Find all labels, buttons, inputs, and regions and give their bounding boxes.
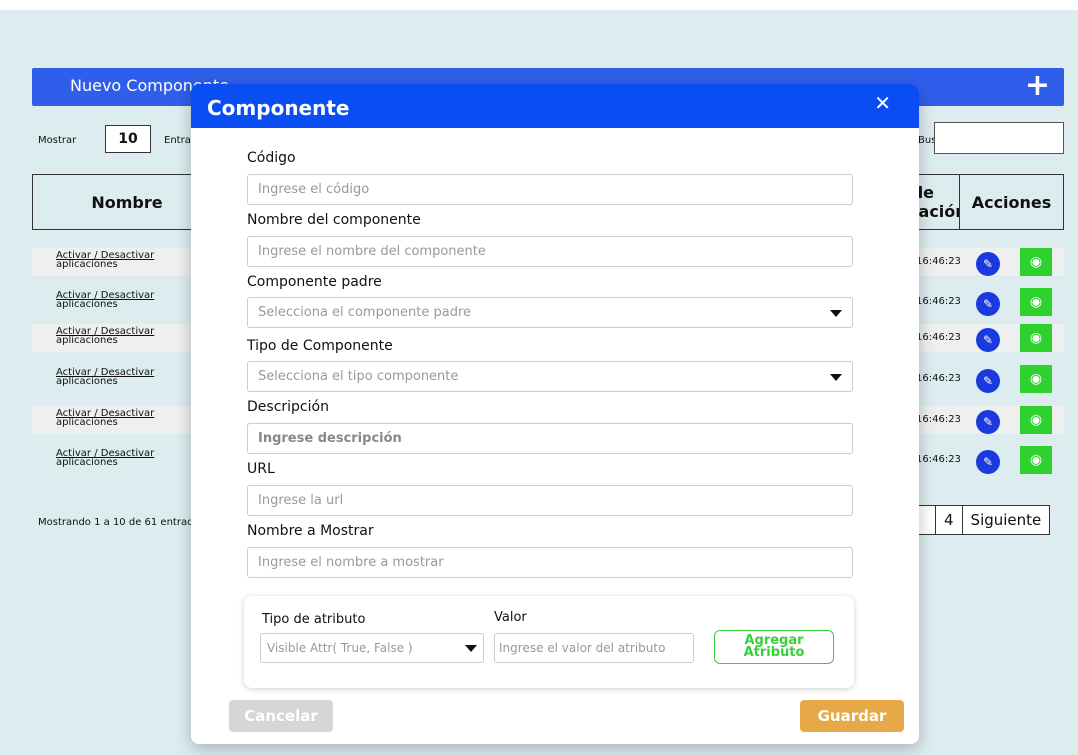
search-input[interactable] [934, 122, 1064, 154]
column-header-acciones: Acciones [959, 174, 1064, 230]
descripcion-label: Descripción [247, 399, 329, 415]
pagination: 4 Siguiente [914, 505, 1051, 535]
row-name: Activar / Desactivar aplicaciones [56, 290, 155, 310]
tipo-atributo-value: Visible Attr( True, False ) [267, 641, 413, 655]
show-label: Mostrar [38, 135, 77, 146]
modal-title: Componente [207, 96, 350, 120]
tipo-atributo-select[interactable]: Visible Attr( True, False ) [260, 633, 484, 663]
valor-label: Valor [494, 610, 527, 625]
componente-padre-label: Componente padre [247, 274, 382, 290]
edit-icon[interactable]: ✎ [976, 252, 1000, 276]
close-icon[interactable]: ✕ [874, 93, 891, 113]
valor-atributo-input[interactable]: Ingrese el valor del atributo [494, 633, 694, 663]
row-name: Activar / Desactivar aplicaciones [56, 408, 155, 428]
row-name: Activar / Desactivar aplicaciones [56, 448, 155, 468]
component-modal: Componente ✕ Código Ingrese el código No… [191, 84, 919, 744]
componente-padre-select[interactable]: Selecciona el componente padre [247, 297, 853, 328]
edit-icon[interactable]: ✎ [976, 328, 1000, 352]
row-time: 16:46:23 [916, 373, 961, 384]
nombre-componente-label: Nombre del componente [247, 212, 421, 228]
edit-icon[interactable]: ✎ [976, 292, 1000, 316]
add-attribute-button[interactable]: Agregar Atributo [714, 630, 834, 664]
row-time: 16:46:23 [916, 296, 961, 307]
row-name: Activar / Desactivar aplicaciones [56, 367, 155, 387]
edit-icon[interactable]: ✎ [976, 410, 1000, 434]
chevron-down-icon [830, 374, 842, 381]
nombre-componente-input[interactable]: Ingrese el nombre del componente [247, 236, 853, 267]
chevron-down-icon [465, 645, 477, 652]
row-time: 16:46:23 [916, 414, 961, 425]
descripcion-input[interactable]: Ingrese descripción [247, 423, 853, 454]
nombre-mostrar-label: Nombre a Mostrar [247, 523, 374, 539]
row-time: 16:46:23 [916, 332, 961, 343]
tipo-componente-label: Tipo de Componente [247, 338, 393, 354]
entries-count-select[interactable]: 10 [105, 125, 151, 153]
eye-icon[interactable]: ◉ [1020, 324, 1052, 352]
tipo-componente-select[interactable]: Selecciona el tipo componente [247, 361, 853, 392]
url-label: URL [247, 461, 275, 477]
modal-header: Componente ✕ [191, 84, 919, 128]
attribute-card: Tipo de atributo Valor Visible Attr( Tru… [244, 596, 854, 688]
tipo-componente-placeholder: Selecciona el tipo componente [258, 369, 459, 384]
pagination-page[interactable]: 4 [935, 506, 962, 534]
componente-padre-placeholder: Selecciona el componente padre [258, 305, 472, 320]
chevron-down-icon [830, 310, 842, 317]
plus-icon[interactable]: + [1025, 71, 1050, 101]
add-attribute-label-line2: Atributo [743, 645, 805, 660]
eye-icon[interactable]: ◉ [1020, 406, 1052, 434]
url-input[interactable]: Ingrese la url [247, 485, 853, 516]
edit-icon[interactable]: ✎ [976, 450, 1000, 474]
eye-icon[interactable]: ◉ [1020, 248, 1052, 276]
pagination-next-button[interactable]: Siguiente [961, 506, 1050, 534]
showing-entries-text: Mostrando 1 a 10 de 61 entradas [38, 517, 205, 528]
row-name: Activar / Desactivar aplicaciones [56, 250, 155, 270]
save-button[interactable]: Guardar [800, 700, 904, 732]
tipo-atributo-label: Tipo de atributo [262, 612, 366, 627]
codigo-label: Código [247, 150, 296, 166]
row-time: 16:46:23 [916, 256, 961, 267]
edit-icon[interactable]: ✎ [976, 369, 1000, 393]
cancel-button[interactable]: Cancelar [229, 700, 333, 732]
codigo-input[interactable]: Ingrese el código [247, 174, 853, 205]
row-time: 16:46:23 [916, 454, 961, 465]
nombre-mostrar-input[interactable]: Ingrese el nombre a mostrar [247, 547, 853, 578]
eye-icon[interactable]: ◉ [1020, 288, 1052, 316]
eye-icon[interactable]: ◉ [1020, 365, 1052, 393]
eye-icon[interactable]: ◉ [1020, 446, 1052, 474]
row-name: Activar / Desactivar aplicaciones [56, 326, 155, 346]
